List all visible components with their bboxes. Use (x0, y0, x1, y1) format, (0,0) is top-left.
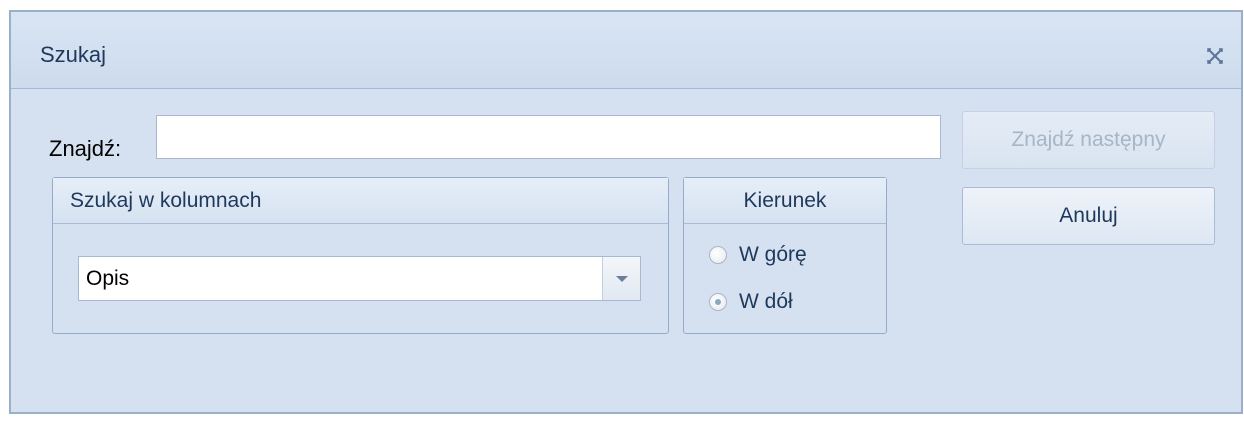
radio-option-up[interactable]: W górę (709, 243, 807, 267)
title-bar[interactable]: Szukaj (11, 12, 1241, 89)
search-dialog: Szukaj Znajdź: Znajdź następny Anuluj Sz… (9, 10, 1243, 414)
find-input[interactable] (156, 115, 941, 159)
find-label: Znajdź: (49, 136, 122, 161)
direction-group: Kierunek W górę W dół (683, 177, 887, 334)
direction-title: Kierunek (684, 178, 886, 224)
chevron-down-icon[interactable] (602, 257, 640, 300)
radio-up-label: W górę (739, 243, 807, 266)
search-columns-group: Szukaj w kolumnach Opis (52, 177, 669, 334)
radio-option-down[interactable]: W dół (709, 290, 793, 314)
close-icon[interactable] (1203, 44, 1227, 68)
column-select[interactable]: Opis (78, 256, 641, 301)
column-select-value: Opis (86, 267, 130, 290)
dialog-title: Szukaj (40, 42, 107, 67)
cancel-button[interactable]: Anuluj (962, 187, 1215, 245)
radio-up-icon[interactable] (709, 246, 727, 264)
find-next-button[interactable]: Znajdź następny (962, 111, 1215, 169)
radio-down-icon[interactable] (709, 293, 727, 311)
search-columns-title: Szukaj w kolumnach (53, 178, 668, 224)
radio-down-label: W dół (739, 290, 793, 313)
